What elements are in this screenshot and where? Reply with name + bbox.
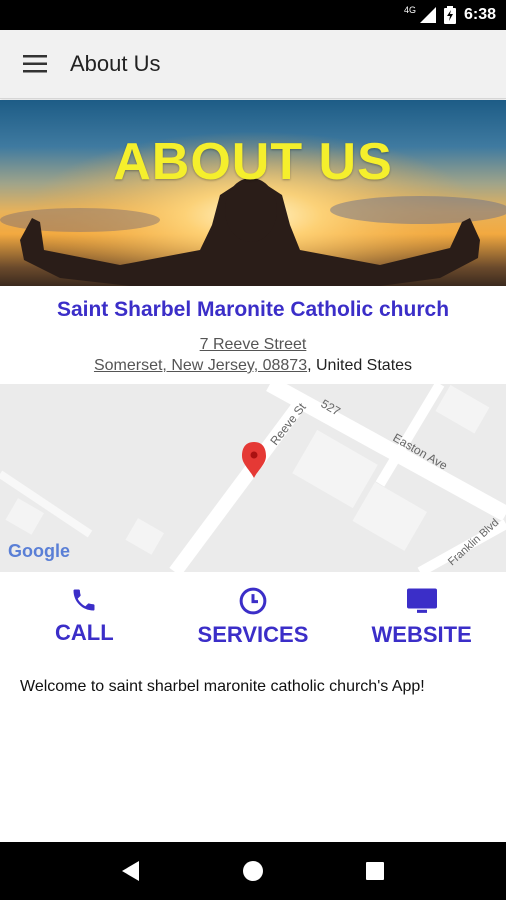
clock-icon: [239, 587, 267, 615]
signal-icon: [419, 7, 436, 23]
home-icon[interactable]: [242, 860, 264, 882]
church-address: 7 Reeve Street Somerset, New Jersey, 088…: [0, 334, 506, 376]
hamburger-menu-icon: [23, 55, 47, 73]
street-link[interactable]: 7 Reeve Street: [200, 336, 307, 353]
map-building: [125, 518, 164, 555]
app-bar: About Us: [0, 30, 506, 99]
system-nav-bar: [0, 842, 506, 900]
back-icon[interactable]: [121, 860, 141, 882]
google-attribution: Google: [8, 541, 70, 561]
location-map[interactable]: 527 Reeve St Easton Ave Franklin Blvd Go…: [0, 384, 506, 572]
website-button[interactable]: WEBSITE: [342, 586, 502, 656]
network-type: 4G: [403, 5, 416, 15]
country-text: , United States: [307, 357, 413, 374]
hero-banner: ABOUT US: [0, 100, 506, 286]
phone-icon: [73, 589, 95, 611]
church-name: Saint Sharbel Maronite Catholic church: [56, 298, 450, 321]
map-road: [0, 470, 93, 538]
website-label: WEBSITE: [371, 622, 472, 647]
services-button[interactable]: SERVICES: [173, 586, 333, 656]
map-building: [435, 385, 490, 434]
monitor-icon: [406, 588, 437, 613]
welcome-text: Welcome to saint sharbel maronite cathol…: [20, 678, 425, 695]
call-button[interactable]: CALL: [4, 586, 164, 656]
call-label: CALL: [55, 620, 114, 645]
hero-title: ABOUT US: [113, 133, 393, 191]
services-label: SERVICES: [197, 622, 309, 647]
hero-image: [0, 100, 506, 286]
menu-button[interactable]: [0, 30, 70, 99]
map-label-reeve: Reeve St: [267, 400, 309, 448]
action-bar: CALL SERVICES WEBSITE: [0, 586, 506, 656]
map-building: [352, 481, 427, 551]
clock-time: 6:38: [463, 6, 496, 23]
city-link[interactable]: Somerset, New Jersey, 08873: [94, 357, 307, 374]
map-label-franklin: Franklin Blvd: [446, 517, 501, 568]
page-title: About Us: [70, 51, 161, 76]
battery-icon: [443, 6, 456, 24]
recents-icon[interactable]: [365, 861, 385, 881]
status-bar: 4G 6:38: [0, 0, 506, 30]
